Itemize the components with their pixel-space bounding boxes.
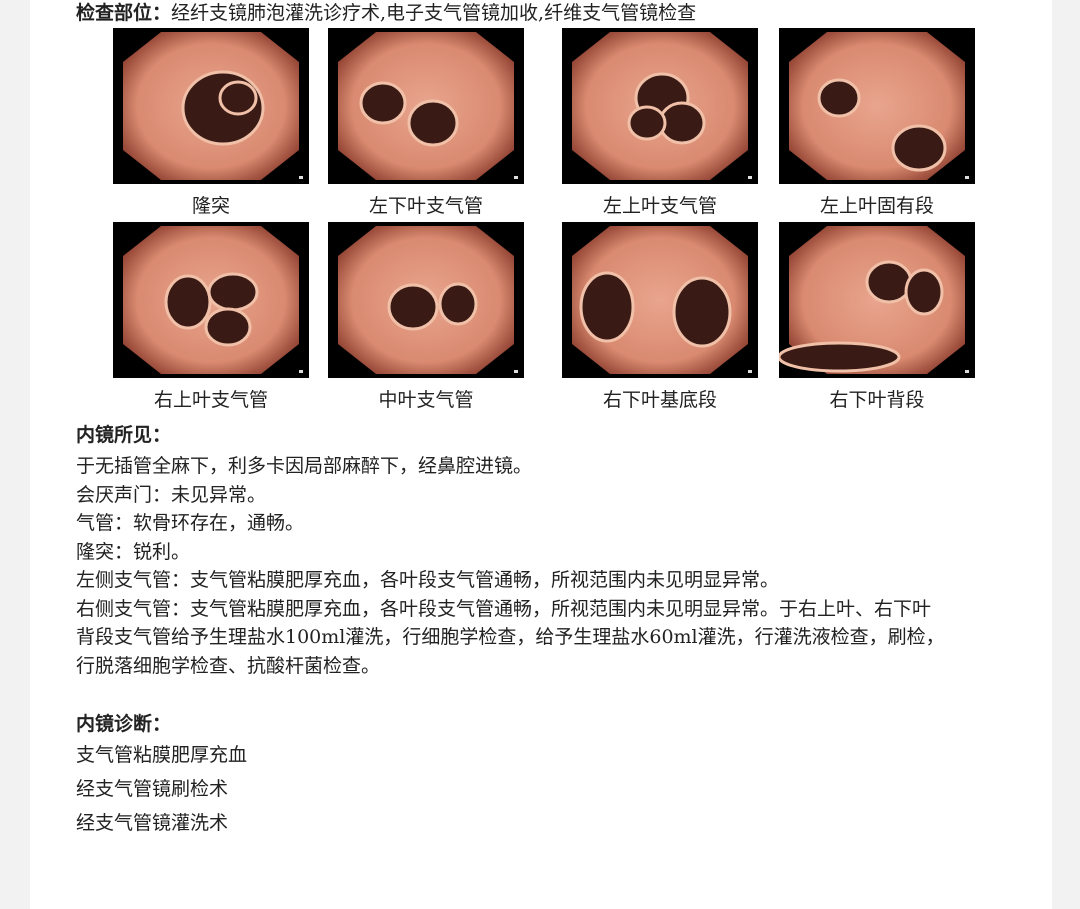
image-cell: 左下叶支气管	[328, 28, 524, 218]
image-caption: 中叶支气管	[378, 389, 474, 411]
findings-line: 左侧支气管：支气管粘膜肥厚充血，各叶段支气管通畅，所视范围内未见明显异常。	[76, 569, 780, 591]
findings-text: 于无插管全麻下，利多卡因局部麻醉下，经鼻腔进镜。 会厌声门：未见异常。 气管：软…	[76, 452, 1016, 680]
image-cell: 左上叶支气管	[562, 28, 758, 218]
exam-site-line: 检查部位：经纤支镜肺泡灌洗诊疗术,电子支气管镜加收,纤维支气管镜检查	[76, 0, 696, 26]
lumen-opening	[865, 260, 913, 304]
exam-site-value: 经纤支镜肺泡灌洗诊疗术,电子支气管镜加收,纤维支气管镜检查	[171, 2, 697, 24]
frame-marker	[299, 176, 303, 179]
endoscopy-view	[779, 28, 975, 184]
frame-marker	[514, 370, 518, 373]
lumen-opening	[579, 271, 635, 343]
frame-marker	[748, 370, 752, 373]
endoscopy-view	[328, 28, 524, 184]
findings-line: 于无插管全麻下，利多卡因局部麻醉下，经鼻腔进镜。	[76, 455, 533, 477]
lumen-opening	[218, 80, 258, 116]
lumen-opening	[359, 81, 407, 125]
image-caption: 左下叶支气管	[368, 195, 483, 217]
image-cell: 隆突	[113, 28, 309, 218]
findings-line: 隆突：锐利。	[76, 540, 191, 563]
lumen-opening	[891, 124, 947, 172]
image-cell: 右下叶基底段	[562, 222, 758, 412]
image-cell: 右下叶背段	[779, 222, 975, 412]
lumen-opening	[164, 274, 212, 330]
image-caption: 右下叶背段	[829, 389, 925, 411]
frame-marker	[299, 370, 303, 373]
exam-site-label: 检查部位：	[76, 2, 172, 24]
endoscopy-view	[113, 222, 309, 378]
diagnosis-line: 经支气管镜灌洗术	[76, 812, 229, 834]
findings-line: 右侧支气管：支气管粘膜肥厚充血，各叶段支气管通畅，所视范围内未见明显异常。于右上…	[76, 597, 932, 620]
lumen-opening	[204, 307, 252, 347]
findings-title: 内镜所见：	[76, 424, 172, 446]
lumen-opening	[407, 99, 459, 147]
lumen-opening	[207, 272, 259, 312]
findings-line: 气管：软骨环存在，通畅。	[76, 512, 305, 534]
image-cell: 右上叶支气管	[113, 222, 309, 412]
endoscopy-image	[328, 28, 524, 184]
lumen-opening	[438, 282, 478, 326]
image-cell: 中叶支气管	[328, 222, 524, 412]
lumen-opening	[817, 78, 861, 118]
endoscopy-image	[562, 28, 758, 184]
frame-marker	[965, 370, 969, 373]
findings-line: 会厌声门：未见异常。	[76, 483, 267, 506]
endoscopy-image	[779, 28, 975, 184]
endoscopy-image	[113, 222, 309, 378]
lumen-opening	[672, 276, 732, 348]
diagnosis-line: 经支气管镜刷检术	[76, 778, 229, 800]
image-cell: 左上叶固有段	[779, 28, 975, 218]
endoscopy-image	[779, 222, 975, 378]
endoscopy-view	[562, 28, 758, 184]
endoscopy-image	[328, 222, 524, 378]
image-caption: 左上叶固有段	[819, 195, 934, 217]
diagnosis-text: 支气管粘膜肥厚充血 经支气管镜刷检术 经支气管镜灌洗术	[76, 738, 247, 840]
diagnosis-title: 内镜诊断：	[76, 713, 172, 735]
lumen-opening	[904, 268, 944, 316]
endoscopy-view	[562, 222, 758, 378]
findings-line: 行脱落细胞学检查、抗酸杆菌检查。	[76, 654, 381, 677]
lumen-opening	[387, 283, 439, 331]
findings-line: 背段支气管给予生理盐水100ml灌洗，行细胞学检查，给予生理盐水60ml灌洗，行…	[76, 626, 945, 648]
image-caption: 右下叶基底段	[602, 389, 717, 411]
image-caption: 隆突	[191, 195, 230, 217]
frame-marker	[514, 176, 518, 179]
diagnosis-line: 支气管粘膜肥厚充血	[76, 744, 248, 766]
endoscopy-view	[113, 28, 309, 184]
lumen-opening	[627, 105, 667, 141]
frame-marker	[748, 176, 752, 179]
report-sheet: 检查部位：经纤支镜肺泡灌洗诊疗术,电子支气管镜加收,纤维支气管镜检查 隆突 左下…	[30, 0, 1052, 909]
endoscopy-view	[779, 222, 975, 378]
endoscopy-view	[328, 222, 524, 378]
image-caption: 右上叶支气管	[153, 389, 268, 411]
frame-marker	[965, 176, 969, 179]
endoscopy-image	[113, 28, 309, 184]
lumen-opening	[658, 101, 706, 145]
lumen-opening	[779, 341, 901, 373]
image-caption: 左上叶支气管	[602, 195, 717, 217]
endoscopy-image	[562, 222, 758, 378]
